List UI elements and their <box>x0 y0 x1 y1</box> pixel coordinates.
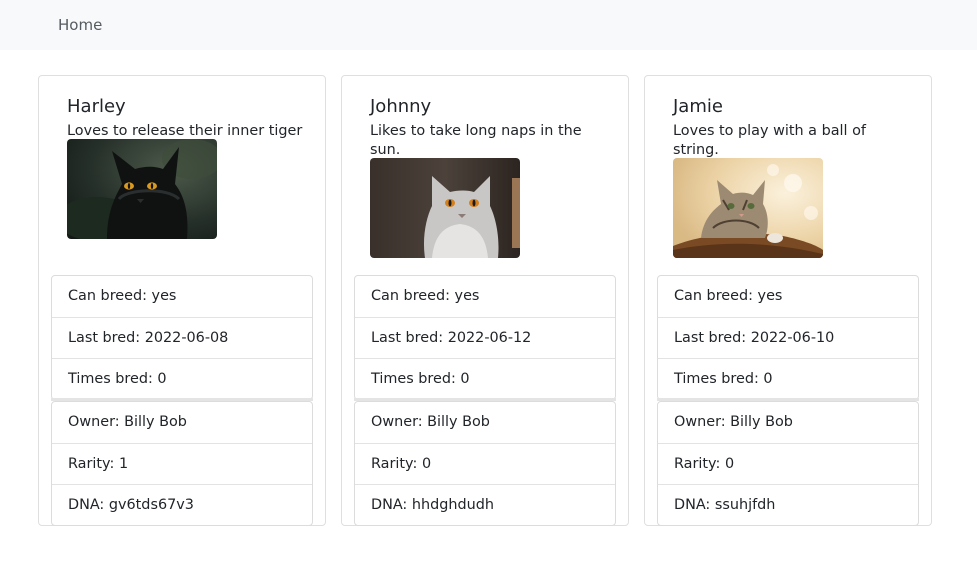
ownership-info-list: Owner: Billy Bob Rarity: 0 DNA: hhdghdud… <box>354 401 616 526</box>
grey-cat-photo-icon <box>370 158 520 258</box>
owner-item: Owner: Billy Bob <box>674 414 793 430</box>
dna-item: DNA: ssuhjfdh <box>658 484 918 525</box>
cat-image <box>370 158 520 258</box>
times-bred-item: Times bred: 0 <box>658 358 918 399</box>
rarity-item: Rarity: 0 <box>658 443 918 484</box>
cat-description: Loves to play with a ball of string. <box>673 123 866 158</box>
ownership-info-list: Owner: Billy Bob Rarity: 1 DNA: gv6tds67… <box>51 401 313 526</box>
rarity-item: Rarity: 0 <box>355 443 615 484</box>
breeding-info-list: Can breed: yes Last bred: 2022-06-10 Tim… <box>657 275 919 400</box>
cat-card-jamie: Jamie Loves to play with a ball of strin… <box>644 75 932 526</box>
top-navbar: Home <box>0 0 977 50</box>
last-bred-item: Last bred: 2022-06-12 <box>355 317 615 358</box>
breeding-info-list: Can breed: yes Last bred: 2022-06-12 Tim… <box>354 275 616 400</box>
cat-name: Harley <box>67 96 126 117</box>
dna-item: DNA: gv6tds67v3 <box>52 484 312 525</box>
dna-item: DNA: hhdghdudh <box>355 484 615 525</box>
breeding-info-list: Can breed: yes Last bred: 2022-06-08 Tim… <box>51 275 313 400</box>
can-breed-item: Can breed: yes <box>68 288 177 304</box>
cat-description: Likes to take long naps in the sun. <box>370 123 582 158</box>
owner-item: Owner: Billy Bob <box>68 414 187 430</box>
cat-image <box>673 158 823 258</box>
ownership-info-list: Owner: Billy Bob Rarity: 0 DNA: ssuhjfdh <box>657 401 919 526</box>
times-bred-item: Times bred: 0 <box>52 358 312 399</box>
cat-name: Jamie <box>673 96 723 117</box>
rarity-item: Rarity: 1 <box>52 443 312 484</box>
can-breed-item: Can breed: yes <box>674 288 783 304</box>
last-bred-item: Last bred: 2022-06-10 <box>658 317 918 358</box>
tabby-kitten-photo-icon <box>673 158 823 258</box>
cat-card-johnny: Johnny Likes to take long naps in the su… <box>341 75 629 526</box>
cat-name: Johnny <box>370 96 432 117</box>
owner-item: Owner: Billy Bob <box>371 414 490 430</box>
times-bred-item: Times bred: 0 <box>355 358 615 399</box>
cat-image <box>67 139 217 239</box>
cat-card-harley: Harley Loves to release their inner tige… <box>38 75 326 526</box>
last-bred-item: Last bred: 2022-06-08 <box>52 317 312 358</box>
black-cat-photo-icon <box>67 139 217 239</box>
can-breed-item: Can breed: yes <box>371 288 480 304</box>
nav-home-link[interactable]: Home <box>58 15 102 35</box>
